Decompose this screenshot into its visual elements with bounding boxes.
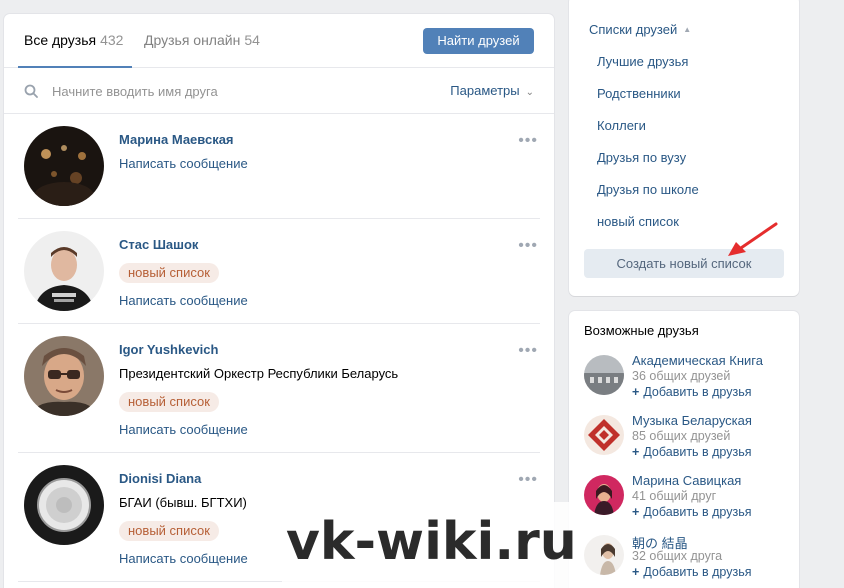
friend-list-tag[interactable]: новый список [119,521,219,541]
mutual-friends-count: 85 общих друзей [632,429,731,443]
plus-icon: + [632,385,640,399]
friend-lists-toggle[interactable]: Списки друзей ▲ [589,22,691,37]
write-message-link[interactable]: Написать сообщение [119,422,248,437]
possible-friends-panel: Возможные друзья Академическая Книга 36 … [569,311,799,588]
avatar-image [584,535,624,575]
mutual-friends-count: 36 общих друзей [632,369,731,383]
avatar[interactable] [24,336,104,416]
add-friend-label: Добавить в друзья [643,445,752,459]
avatar-image [24,231,104,311]
friend-list-item[interactable]: Родственники [597,86,681,101]
watermark-text: vk-wiki.ru [286,512,577,572]
friend-organization: Президентский Оркестр Республики Беларус… [119,366,399,381]
add-friend-label: Добавить в друзья [643,565,752,579]
add-friend-label: Добавить в друзья [643,385,752,399]
friend-list-item[interactable]: Коллеги [597,118,646,133]
find-friends-button[interactable]: Найти друзей [423,28,534,54]
friends-tabs: Все друзья 432 Друзья онлайн 54 Найти друз… [4,14,554,68]
more-actions-icon[interactable]: ••• [518,237,538,255]
friend-name[interactable]: Марина Маевская [119,132,234,147]
possible-friend-item: Марина Савицкая 41 общий друг + Добавить … [584,473,794,529]
mutual-friends-count: 32 общих друга [632,549,723,563]
write-message-link[interactable]: Написать сообщение [119,551,248,566]
tab-all-friends-label: Все друзья [24,32,97,48]
friend-list-tag[interactable]: новый список [119,263,219,283]
parameters-label: Параметры [450,83,520,98]
mutual-friends-count: 41 общий друг [632,489,717,503]
avatar-image [584,355,624,395]
add-friend-label: Добавить в друзья [643,505,752,519]
friend-lists-title: Списки друзей [589,22,678,37]
avatar-image [24,336,104,416]
tab-all-friends-count: 432 [100,32,124,48]
avatar[interactable] [584,355,624,395]
friend-name[interactable]: Стас Шашок [119,237,198,252]
plus-icon: + [632,565,640,579]
friend-list-item[interactable]: Лучшие друзья [597,54,688,69]
add-friend-link[interactable]: + Добавить в друзья [632,505,752,519]
possible-friend-item: Музыка Беларуская 85 общих друзей + Добав… [584,413,794,469]
avatar[interactable] [24,465,104,545]
more-actions-icon[interactable]: ••• [518,132,538,150]
red-arrow-annotation [728,222,778,256]
chevron-down-icon: ⌄ [525,87,534,98]
friend-list-item[interactable]: новый список [597,214,679,229]
write-message-link[interactable]: Написать сообщение [119,293,248,308]
possible-friend-name[interactable]: Академическая Книга [632,353,763,368]
friend-row: Стас Шашок новый список Написать сообщен… [18,219,540,324]
avatar[interactable] [584,535,624,575]
parameters-dropdown[interactable]: Параметры ⌄ [450,83,534,98]
friend-row: Марина Маевская Написать сообщение ••• [18,114,540,219]
avatar[interactable] [584,415,624,455]
friend-list-item[interactable]: Друзья по школе [597,182,699,197]
avatar[interactable] [24,126,104,206]
avatar-image [24,126,104,206]
add-friend-link[interactable]: + Добавить в друзья [632,385,752,399]
possible-friend-item: Академическая Книга 36 общих друзей + Доб… [584,353,794,409]
more-actions-icon[interactable]: ••• [518,342,538,360]
write-message-link[interactable]: Написать сообщение [119,156,248,171]
plus-icon: + [632,505,640,519]
plus-icon: + [632,445,640,459]
tab-friends-online-count: 54 [244,32,260,48]
search-icon [24,84,38,98]
tab-all-friends[interactable]: Все друзья 432 [24,32,123,48]
avatar[interactable] [24,231,104,311]
avatar[interactable] [584,475,624,515]
friend-name[interactable]: Igor Yushkevich [119,342,218,357]
watermark: vk-wiki.ru [282,502,577,588]
friend-name[interactable]: Dionisi Diana [119,471,201,486]
friend-search-bar: Параметры ⌄ [4,68,554,114]
possible-friends-title: Возможные друзья [584,323,699,338]
friend-list-item[interactable]: Друзья по вузу [597,150,686,165]
avatar-image [584,475,624,515]
friend-row: Igor Yushkevich Президентский Оркестр Ре… [18,324,540,453]
tab-friends-online-label: Друзья онлайн [144,32,241,48]
friend-organization: БГАИ (бывш. БГТХИ) [119,495,247,510]
avatar-image [584,415,624,455]
tab-friends-online[interactable]: Друзья онлайн 54 [144,32,260,48]
avatar-image [24,465,104,545]
possible-friend-item: 朝の 結晶 32 общих друга + Добавить в друзья [584,533,794,588]
search-input[interactable] [52,80,382,102]
friend-list-tag[interactable]: новый список [119,392,219,412]
possible-friend-name[interactable]: Марина Савицкая [632,473,741,488]
add-friend-link[interactable]: + Добавить в друзья [632,565,752,579]
triangle-up-icon: ▲ [683,25,692,34]
possible-friend-name[interactable]: Музыка Беларуская [632,413,752,428]
more-actions-icon[interactable]: ••• [518,471,538,489]
add-friend-link[interactable]: + Добавить в друзья [632,445,752,459]
